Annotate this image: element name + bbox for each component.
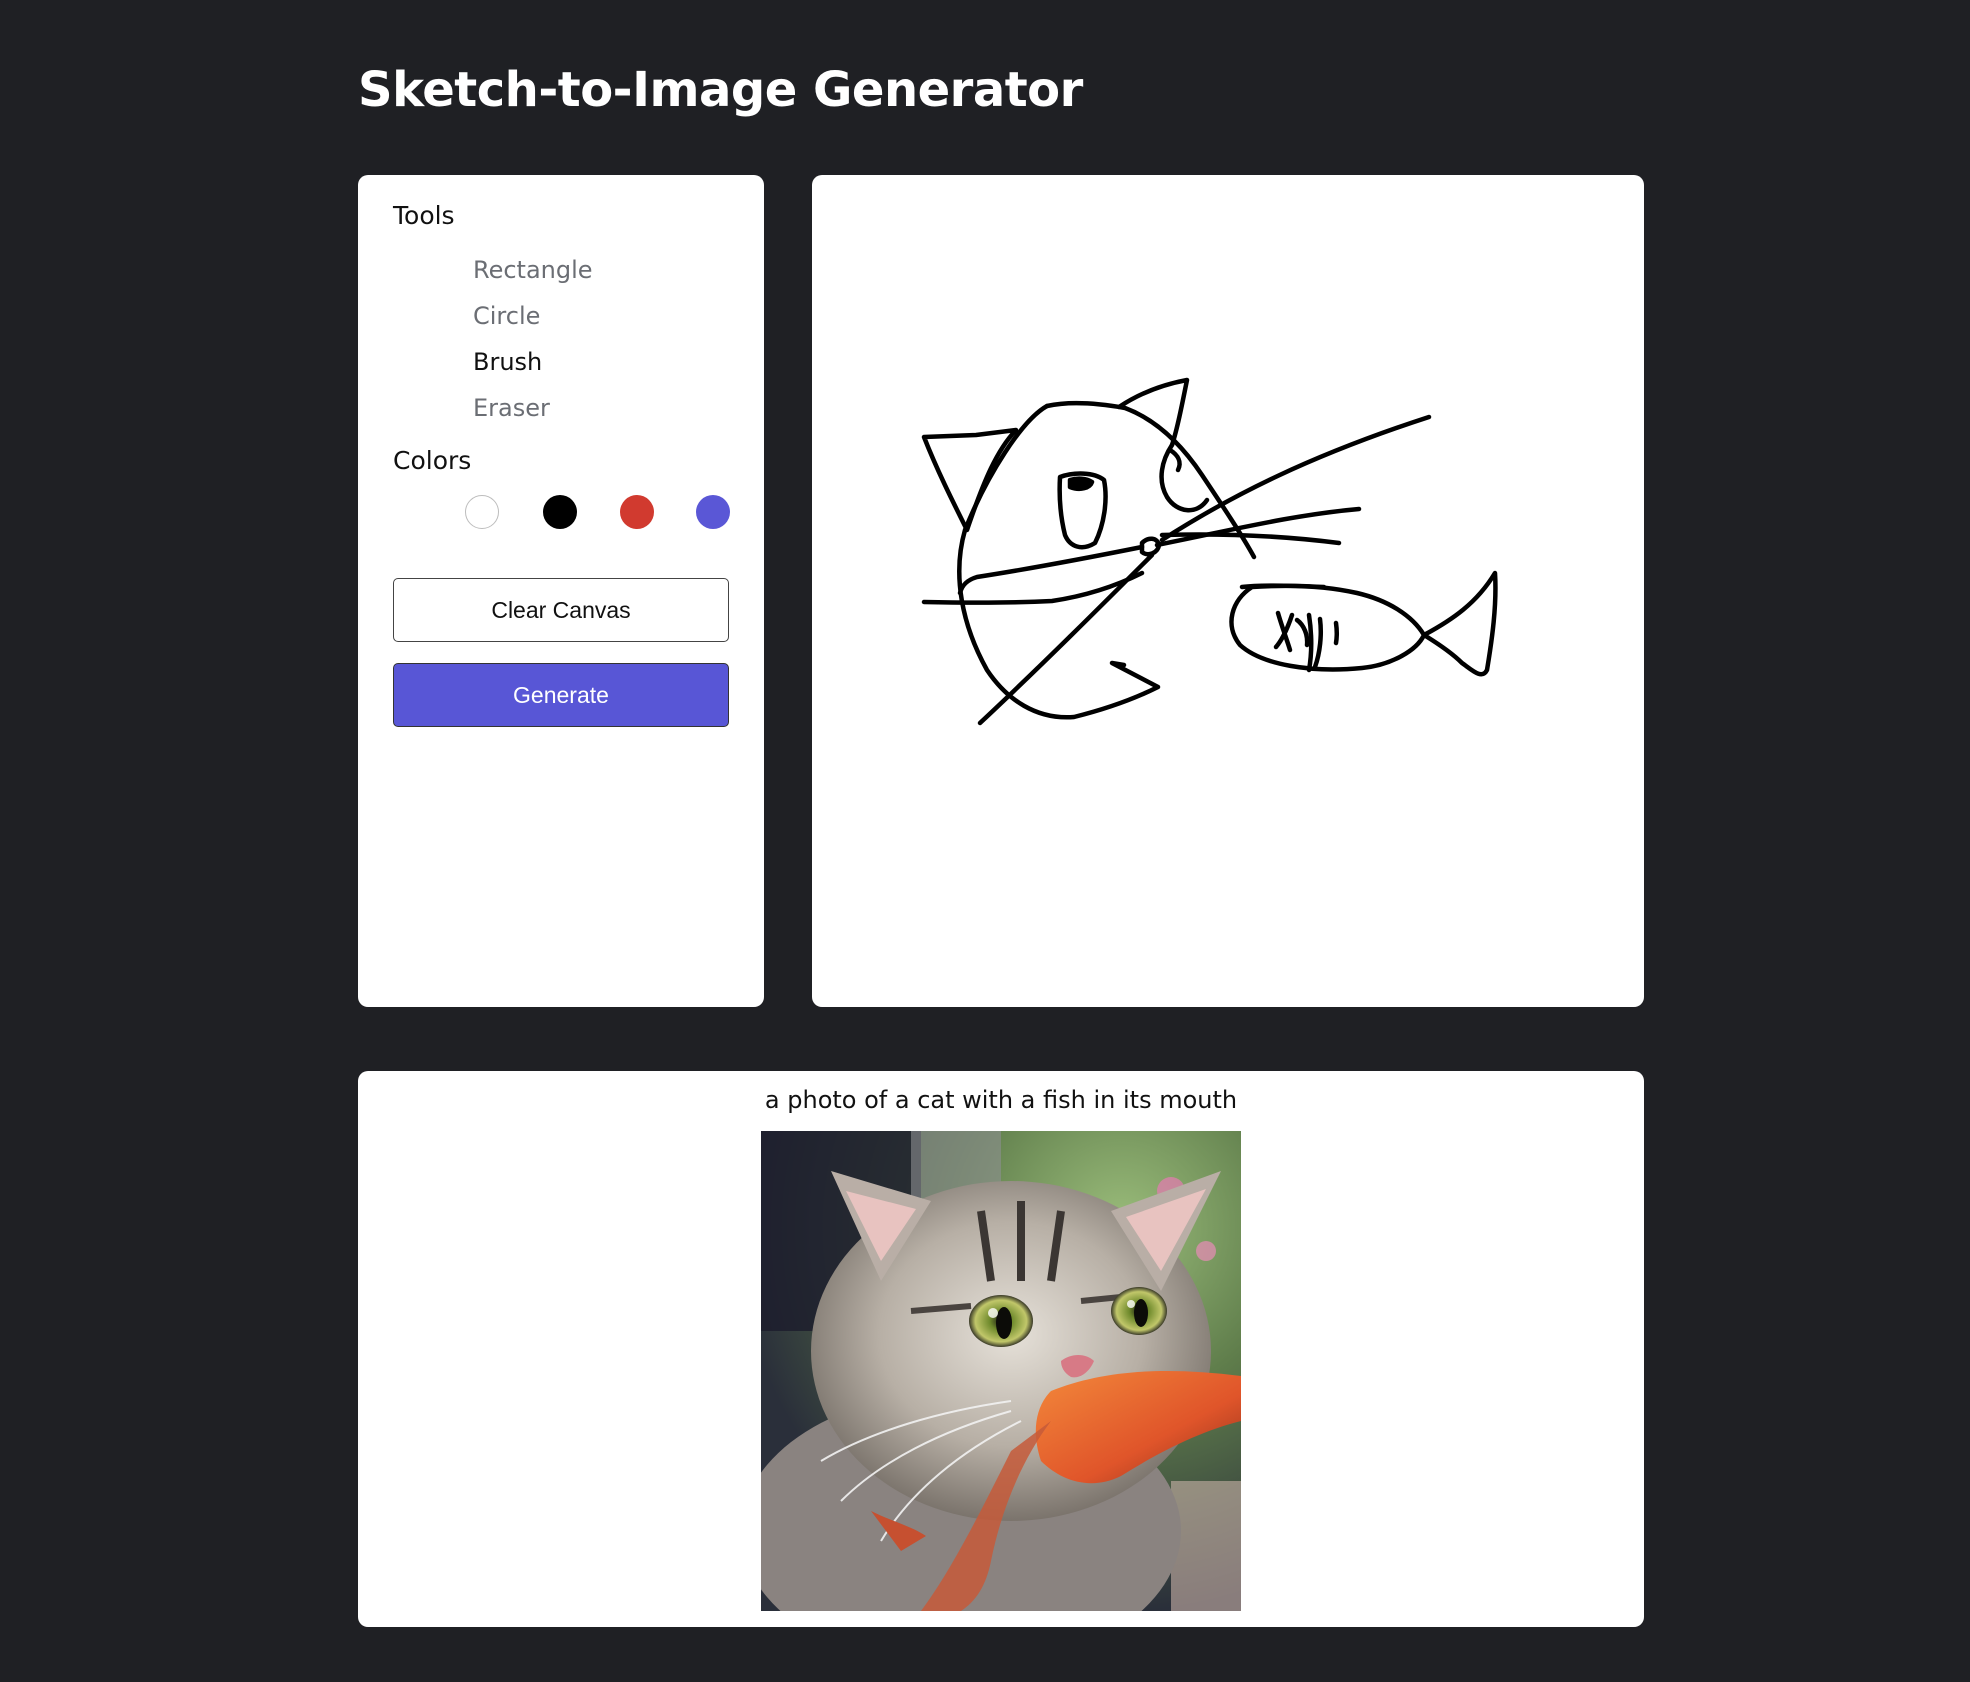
- clear-canvas-button[interactable]: Clear Canvas: [393, 578, 729, 642]
- tool-list: Rectangle Circle Brush Eraser: [473, 247, 593, 431]
- generate-button[interactable]: Generate: [393, 663, 729, 727]
- drawing-canvas[interactable]: [812, 175, 1644, 1007]
- sketch-drawing: [921, 377, 1498, 726]
- tool-eraser[interactable]: Eraser: [473, 385, 593, 431]
- generated-prompt: a photo of a cat with a fish in its mout…: [764, 1086, 1238, 1114]
- generated-image-graphic: [761, 1131, 1241, 1611]
- color-swatch-blue[interactable]: [696, 495, 730, 529]
- tools-heading: Tools: [393, 201, 455, 230]
- color-swatch-black[interactable]: [543, 495, 577, 529]
- colors-heading: Colors: [393, 446, 472, 475]
- color-swatch-red[interactable]: [620, 495, 654, 529]
- tool-rectangle[interactable]: Rectangle: [473, 247, 593, 293]
- tool-brush[interactable]: Brush: [473, 339, 593, 385]
- tools-panel: Tools Rectangle Circle Brush Eraser Colo…: [358, 175, 764, 1007]
- result-panel: a photo of a cat with a fish in its mout…: [358, 1071, 1644, 1627]
- color-swatch-white[interactable]: [465, 495, 499, 529]
- tool-circle[interactable]: Circle: [473, 293, 593, 339]
- generated-image: [761, 1131, 1241, 1611]
- page-title: Sketch-to-Image Generator: [358, 62, 1083, 118]
